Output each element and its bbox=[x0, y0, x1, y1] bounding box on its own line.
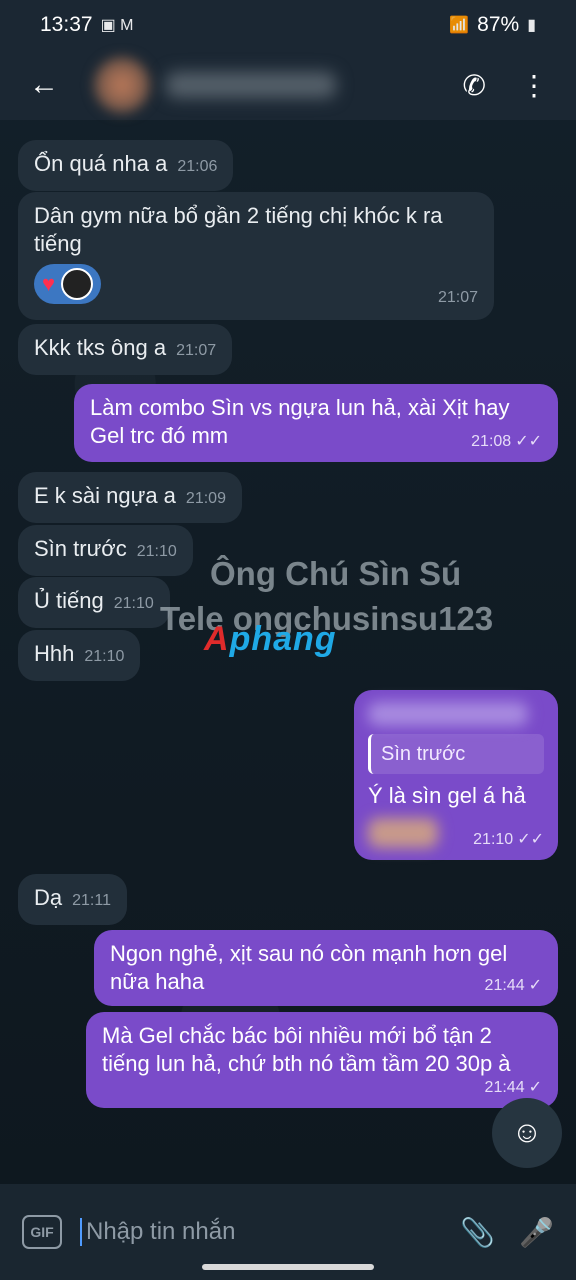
message-time: 21:08 bbox=[471, 433, 512, 450]
message-text: Sìn trước bbox=[34, 536, 127, 561]
message-time: 21:09 bbox=[185, 490, 226, 507]
chat-header: ← ✆ ⋮ bbox=[0, 50, 576, 120]
message-text: Dân gym nữa bổ gần 2 tiếng chị khóc k ra… bbox=[34, 203, 443, 256]
battery-percent: 87% bbox=[477, 13, 520, 36]
more-vert-icon[interactable]: ⋮ bbox=[520, 69, 548, 102]
message-time: 21:06 bbox=[177, 158, 218, 175]
heart-reaction-icon: ♥ bbox=[42, 271, 56, 296]
check-icon: ✓ bbox=[528, 977, 542, 994]
message-text: Kkk tks ông a bbox=[34, 335, 167, 360]
message-time: 21:11 bbox=[72, 892, 111, 909]
message-text: Ngon nghẻ, xịt sau nó còn mạnh hơn gel n… bbox=[110, 941, 508, 994]
message-bubble[interactable]: Hhh 21:10 bbox=[18, 630, 141, 681]
double-check-icon: ✓✓ bbox=[515, 433, 542, 450]
back-arrow-icon[interactable]: ← bbox=[24, 65, 64, 105]
phone-icon[interactable]: ✆ bbox=[463, 69, 486, 102]
watermark-line1: Ông Chú Sìn Sú bbox=[210, 555, 462, 592]
message-text: Ổn quá nha a bbox=[34, 151, 168, 176]
message-bubble[interactable]: Ủ tiếng 21:10 bbox=[18, 577, 170, 628]
message-bubble[interactable]: Dạ 21:11 bbox=[18, 874, 127, 925]
blurred-sender bbox=[368, 702, 528, 726]
contact-avatar[interactable] bbox=[94, 57, 150, 113]
home-indicator[interactable] bbox=[202, 1264, 374, 1270]
message-bubble[interactable]: Ngon nghẻ, xịt sau nó còn mạnh hơn gel n… bbox=[94, 930, 558, 1006]
status-time: 13:37 bbox=[40, 13, 93, 36]
message-text: Dạ bbox=[34, 885, 63, 910]
double-check-icon: ✓✓ bbox=[517, 831, 544, 848]
message-bubble[interactable]: E k sài ngựa a 21:09 bbox=[18, 472, 242, 523]
message-time: 21:07 bbox=[437, 289, 478, 306]
attachment-icon[interactable]: 📎 bbox=[460, 1216, 495, 1249]
message-input[interactable]: Nhập tin nhắn bbox=[80, 1218, 436, 1246]
logo-rest: phang bbox=[229, 620, 337, 658]
gif-icon[interactable]: GIF bbox=[22, 1215, 62, 1249]
reaction-bar[interactable]: ♥ bbox=[34, 264, 102, 304]
message-bubble[interactable]: Dân gym nữa bổ gần 2 tiếng chị khóc k ra… bbox=[18, 192, 494, 320]
status-bar: 13:37 ▣ M 📶 87% ▮ bbox=[0, 0, 576, 50]
reply-preview[interactable]: Sìn trước bbox=[368, 734, 544, 774]
message-bubble[interactable]: Kkk tks ông a 21:07 bbox=[18, 324, 233, 375]
microphone-icon[interactable]: 🎤 bbox=[519, 1216, 554, 1249]
message-time: 21:44 bbox=[484, 977, 525, 994]
signal-icon: 📶 bbox=[449, 17, 470, 34]
message-time: 21:10 bbox=[473, 831, 514, 848]
message-time: 21:10 bbox=[84, 648, 125, 665]
message-time: 21:10 bbox=[136, 543, 177, 560]
logo-a: A bbox=[204, 620, 230, 658]
watermark-logo: Aphang bbox=[204, 620, 337, 659]
message-time: 21:44 bbox=[484, 1079, 525, 1096]
message-text: Mà Gel chắc bác bôi nhiều mới bổ tận 2 t… bbox=[102, 1023, 511, 1076]
check-icon: ✓ bbox=[528, 1079, 542, 1096]
message-bubble[interactable]: Làm combo Sìn vs ngựa lun hả, xài Xịt ha… bbox=[74, 384, 558, 462]
message-text: E k sài ngựa a bbox=[34, 483, 176, 508]
message-text: Ý là sìn gel á hả bbox=[368, 783, 526, 808]
bot-icon[interactable]: ☺ bbox=[492, 1098, 562, 1168]
message-time: 21:10 bbox=[113, 595, 154, 612]
message-text: Ủ tiếng bbox=[34, 588, 104, 613]
battery-icon: ▮ bbox=[527, 17, 536, 34]
message-bubble[interactable]: Sìn trước 21:10 bbox=[18, 525, 193, 576]
notification-icons: ▣ M bbox=[100, 17, 134, 34]
message-bubble[interactable]: Ổn quá nha a 21:06 bbox=[18, 140, 234, 191]
message-time: 21:07 bbox=[176, 342, 217, 359]
contact-name-blurred[interactable] bbox=[166, 72, 336, 98]
blurred-media bbox=[368, 818, 438, 848]
reactor-avatar bbox=[61, 268, 94, 300]
message-text: Hhh bbox=[34, 641, 75, 666]
message-bubble[interactable]: Sìn trước Ý là sìn gel á hả 21:10 ✓✓ bbox=[354, 690, 558, 860]
message-bubble[interactable]: Mà Gel chắc bác bôi nhiều mới bổ tận 2 t… bbox=[86, 1012, 558, 1108]
